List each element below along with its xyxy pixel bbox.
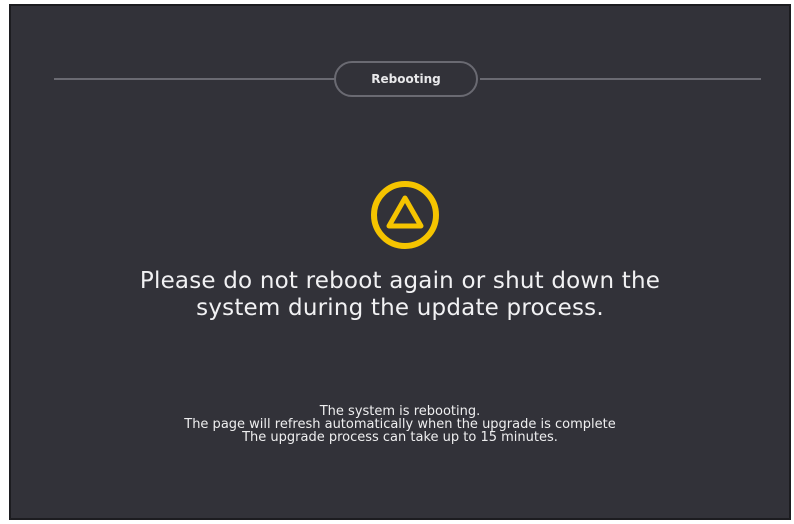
warning-message: Please do not reboot again or shut down …: [11, 268, 789, 322]
status-label: Rebooting: [371, 72, 441, 86]
status-pill: Rebooting: [334, 61, 478, 97]
details-line-3: The upgrade process can take up to 15 mi…: [242, 430, 558, 445]
header-divider-right: [480, 78, 761, 80]
reboot-details: The system is rebooting. The page will r…: [11, 405, 789, 444]
warning-message-line-2: system during the update process.: [196, 295, 604, 321]
warning-message-line-1: Please do not reboot again or shut down …: [139, 268, 661, 294]
header-divider-left: [54, 78, 345, 80]
warning-triangle-icon: [371, 181, 439, 249]
reboot-status-panel: Rebooting Please do not reboot again or …: [9, 4, 791, 520]
